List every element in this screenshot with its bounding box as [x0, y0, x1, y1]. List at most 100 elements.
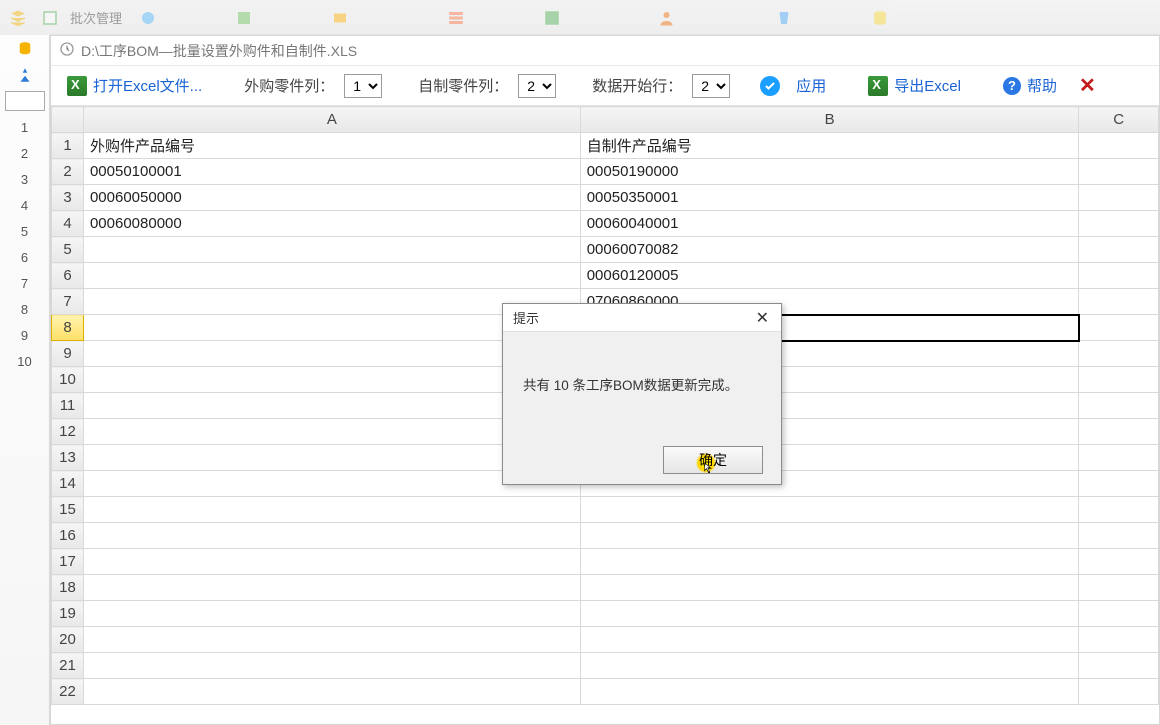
row-header[interactable]: 9 — [52, 341, 84, 367]
outer-row-2[interactable]: 2 — [5, 143, 45, 163]
cell-B3[interactable]: 00050350001 — [580, 185, 1079, 211]
row-header[interactable]: 1 — [52, 133, 84, 159]
row-header[interactable]: 4 — [52, 211, 84, 237]
cell-C20[interactable] — [1079, 627, 1159, 653]
data-start-select[interactable]: 12345 — [692, 74, 730, 98]
row-header[interactable]: 2 — [52, 159, 84, 185]
outer-row-6[interactable]: 6 — [5, 247, 45, 267]
cell-C14[interactable] — [1079, 471, 1159, 497]
outer-row-10[interactable]: 10 — [5, 351, 45, 371]
cell-B17[interactable] — [580, 549, 1079, 575]
outer-side-icon-1[interactable] — [5, 39, 45, 59]
cell-B16[interactable] — [580, 523, 1079, 549]
row-header[interactable]: 8 — [52, 315, 84, 341]
cell-B5[interactable]: 00060070082 — [580, 237, 1079, 263]
cell-A1[interactable]: 外购件产品编号 — [83, 133, 580, 159]
row-header[interactable]: 22 — [52, 679, 84, 705]
row-header[interactable]: 6 — [52, 263, 84, 289]
row-header[interactable]: 18 — [52, 575, 84, 601]
cell-C5[interactable] — [1079, 237, 1159, 263]
cell-C8[interactable] — [1079, 315, 1159, 341]
dialog-ok-button[interactable]: 确定 — [663, 446, 763, 474]
cell-A20[interactable] — [83, 627, 580, 653]
outer-row-3[interactable]: 3 — [5, 169, 45, 189]
cell-B20[interactable] — [580, 627, 1079, 653]
cell-B19[interactable] — [580, 601, 1079, 627]
dialog-close-button[interactable]: ✕ — [750, 306, 775, 330]
cell-A22[interactable] — [83, 679, 580, 705]
cell-C7[interactable] — [1079, 289, 1159, 315]
cell-C3[interactable] — [1079, 185, 1159, 211]
cell-A18[interactable] — [83, 575, 580, 601]
cell-A4[interactable]: 00060080000 — [83, 211, 580, 237]
outer-row-7[interactable]: 7 — [5, 273, 45, 293]
window-titlebar[interactable]: D:\工序BOM—批量设置外购件和自制件.XLS — [51, 36, 1159, 66]
cell-A2[interactable]: 00050100001 — [83, 159, 580, 185]
cell-B22[interactable] — [580, 679, 1079, 705]
cell-A19[interactable] — [83, 601, 580, 627]
outer-row-4[interactable]: 4 — [5, 195, 45, 215]
cell-A6[interactable] — [83, 263, 580, 289]
row-header[interactable]: 12 — [52, 419, 84, 445]
close-button[interactable]: ✕ — [1073, 73, 1102, 98]
cell-C2[interactable] — [1079, 159, 1159, 185]
cell-A15[interactable] — [83, 497, 580, 523]
row-header[interactable]: 11 — [52, 393, 84, 419]
cell-B21[interactable] — [580, 653, 1079, 679]
export-excel-button[interactable]: 导出Excel — [862, 71, 967, 100]
column-header-B[interactable]: B — [580, 107, 1079, 133]
cell-C11[interactable] — [1079, 393, 1159, 419]
outer-row-5[interactable]: 5 — [5, 221, 45, 241]
row-header[interactable]: 16 — [52, 523, 84, 549]
row-header[interactable]: 7 — [52, 289, 84, 315]
row-header[interactable]: 3 — [52, 185, 84, 211]
row-header[interactable]: 14 — [52, 471, 84, 497]
cell-C9[interactable] — [1079, 341, 1159, 367]
column-header-C[interactable]: C — [1079, 107, 1159, 133]
row-header[interactable]: 10 — [52, 367, 84, 393]
cell-A17[interactable] — [83, 549, 580, 575]
cell-A5[interactable] — [83, 237, 580, 263]
row-header[interactable]: 5 — [52, 237, 84, 263]
row-header[interactable]: 19 — [52, 601, 84, 627]
cell-B18[interactable] — [580, 575, 1079, 601]
outer-row-8[interactable]: 8 — [5, 299, 45, 319]
cell-A21[interactable] — [83, 653, 580, 679]
row-header[interactable]: 20 — [52, 627, 84, 653]
cell-C4[interactable] — [1079, 211, 1159, 237]
dialog-titlebar[interactable]: 提示 ✕ — [503, 304, 781, 332]
cell-B1[interactable]: 自制件产品编号 — [580, 133, 1079, 159]
column-header-A[interactable]: A — [83, 107, 580, 133]
cell-A16[interactable] — [83, 523, 580, 549]
self-col-select[interactable]: 1234 — [518, 74, 556, 98]
sheet-corner[interactable] — [52, 107, 84, 133]
cell-B2[interactable]: 00050190000 — [580, 159, 1079, 185]
row-header[interactable]: 15 — [52, 497, 84, 523]
outer-side-icon-2[interactable] — [5, 65, 45, 85]
cell-A3[interactable]: 00060050000 — [83, 185, 580, 211]
purchase-col-select[interactable]: 1234 — [344, 74, 382, 98]
cell-C6[interactable] — [1079, 263, 1159, 289]
cell-C18[interactable] — [1079, 575, 1159, 601]
apply-button[interactable]: 应用 — [790, 71, 832, 100]
row-header[interactable]: 13 — [52, 445, 84, 471]
cell-B6[interactable]: 00060120005 — [580, 263, 1079, 289]
cell-B15[interactable] — [580, 497, 1079, 523]
cell-B4[interactable]: 00060040001 — [580, 211, 1079, 237]
cell-C13[interactable] — [1079, 445, 1159, 471]
cell-C17[interactable] — [1079, 549, 1159, 575]
cell-C15[interactable] — [1079, 497, 1159, 523]
open-excel-button[interactable]: 打开Excel文件... — [61, 71, 208, 100]
cell-C16[interactable] — [1079, 523, 1159, 549]
cell-C22[interactable] — [1079, 679, 1159, 705]
help-button[interactable]: ? 帮助 — [997, 71, 1063, 100]
outer-row-1[interactable]: 1 — [5, 117, 45, 137]
outer-row-9[interactable]: 9 — [5, 325, 45, 345]
cell-C12[interactable] — [1079, 419, 1159, 445]
cell-C10[interactable] — [1079, 367, 1159, 393]
row-header[interactable]: 21 — [52, 653, 84, 679]
cell-C19[interactable] — [1079, 601, 1159, 627]
cell-C21[interactable] — [1079, 653, 1159, 679]
row-header[interactable]: 17 — [52, 549, 84, 575]
cell-C1[interactable] — [1079, 133, 1159, 159]
